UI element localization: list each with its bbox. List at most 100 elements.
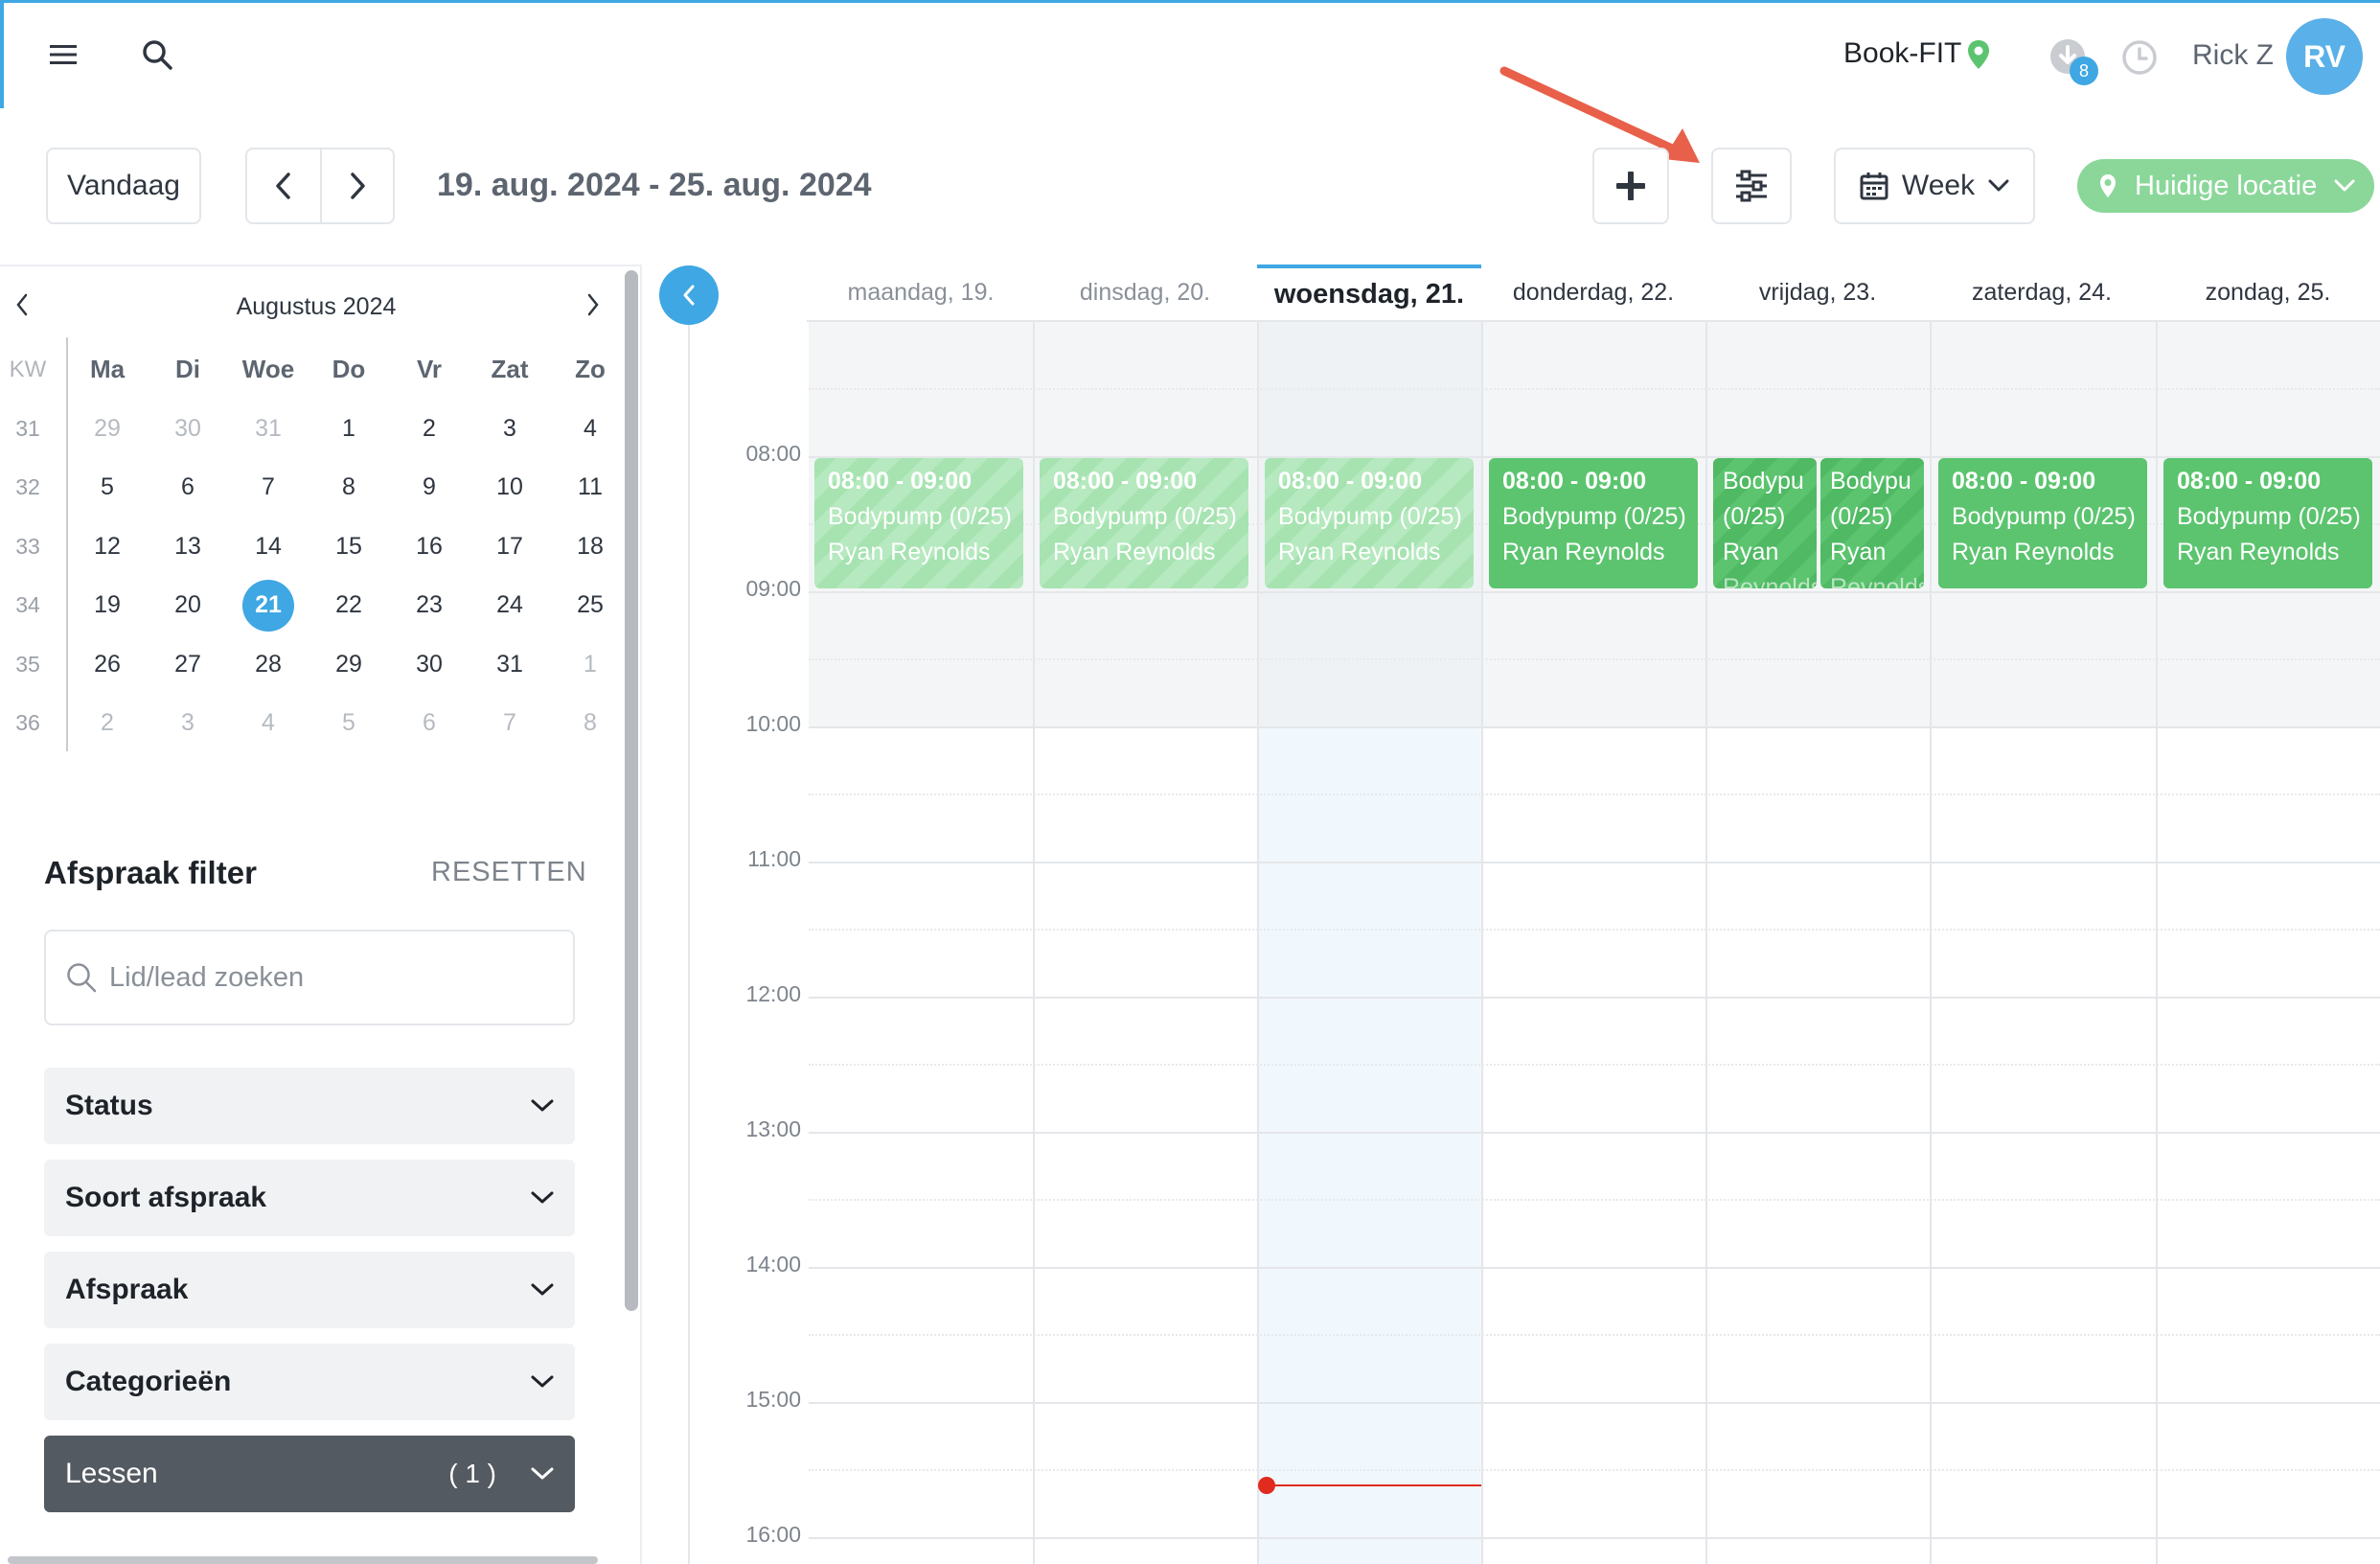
class-event[interactable]: Bodypu (0/25) Ryan Reynolds — [1713, 458, 1817, 588]
next-month-button[interactable] — [584, 291, 602, 323]
mini-calendar-day[interactable]: 16 — [389, 520, 469, 572]
mini-calendar-day[interactable]: 17 — [469, 520, 550, 572]
mini-calendar-day[interactable]: 31 — [469, 638, 550, 690]
collapse-sidebar-button[interactable] — [659, 265, 719, 325]
mini-calendar-day[interactable]: 30 — [389, 638, 469, 690]
mini-calendar-day[interactable]: 1 — [309, 402, 389, 454]
day-header[interactable]: vrijdag, 23. — [1705, 264, 1930, 320]
week-nav-group — [245, 148, 395, 224]
mini-calendar-day[interactable]: 13 — [148, 520, 228, 572]
filter-section-5[interactable]: Lessen ( 1 ) — [44, 1436, 575, 1512]
mini-calendar-day[interactable]: 8 — [309, 462, 389, 514]
mini-calendar-day[interactable]: 1 — [550, 638, 630, 690]
class-event[interactable]: 08:00 - 09:00 Bodypump (0/25) Ryan Reynold… — [1040, 458, 1248, 588]
mini-calendar-day[interactable]: 12 — [67, 520, 148, 572]
mini-calendar-day[interactable]: 19 — [67, 580, 148, 632]
mini-calendar-day-label: 7 — [503, 709, 516, 736]
mini-calendar-day[interactable]: 21 — [228, 579, 309, 632]
mini-calendar-day[interactable]: 5 — [309, 698, 389, 749]
mini-calendar-day[interactable]: 30 — [148, 402, 228, 454]
class-event[interactable]: 08:00 - 09:00 Bodypump (0/25) Ryan Reynold… — [1265, 458, 1474, 588]
mini-calendar-day[interactable]: 31 — [228, 402, 309, 454]
top-accent-bar — [0, 3, 4, 108]
clock-icon[interactable] — [2121, 39, 2158, 80]
event-trainer: Ryan Reynolds — [2177, 539, 2340, 565]
class-event[interactable]: 08:00 - 09:00 Bodypump (0/25) Ryan Reynold… — [2163, 458, 2372, 588]
filter-section-4[interactable]: Categorieën — [44, 1344, 575, 1420]
mini-calendar-day[interactable]: 14 — [228, 520, 309, 572]
calendar-settings-button[interactable] — [1711, 148, 1792, 224]
member-search-input[interactable] — [109, 961, 550, 994]
mini-calendar-day-label: 17 — [496, 532, 523, 560]
class-event[interactable]: Bodypu (0/25) Ryan Reynolds — [1820, 458, 1924, 588]
mini-calendar-day[interactable]: 27 — [148, 638, 228, 690]
mini-calendar-day-label: 3 — [503, 414, 516, 442]
mini-calendar-day[interactable]: 4 — [228, 698, 309, 749]
half-hour-line — [809, 1064, 2380, 1066]
mini-calendar-day[interactable]: 3 — [469, 402, 550, 454]
mini-calendar-day[interactable]: 11 — [550, 462, 630, 514]
class-event[interactable]: 08:00 - 09:00 Bodypump (0/25) Ryan Reynold… — [1938, 458, 2147, 588]
mini-calendar-day[interactable]: 10 — [469, 462, 550, 514]
day-header[interactable]: zaterdag, 24. — [1930, 264, 2154, 320]
class-event[interactable]: 08:00 - 09:00 Bodypump (0/25) Ryan Reynold… — [1489, 458, 1698, 588]
mini-calendar-day[interactable]: 29 — [309, 638, 389, 690]
filter-section-1[interactable]: Status — [44, 1068, 575, 1144]
filter-section-label: Status — [65, 1090, 153, 1121]
mini-calendar-day[interactable]: 20 — [148, 580, 228, 632]
add-appointment-button[interactable] — [1592, 148, 1669, 224]
class-event[interactable]: 08:00 - 09:00 Bodypump (0/25) Ryan Reynold… — [814, 458, 1023, 588]
day-header[interactable]: woensdag, 21. — [1257, 264, 1481, 320]
mini-calendar-day[interactable]: 8 — [550, 698, 630, 749]
mini-calendar-day[interactable]: 9 — [389, 462, 469, 514]
mini-calendar-day[interactable]: 15 — [309, 520, 389, 572]
filter-section-3[interactable]: Afspraak — [44, 1252, 575, 1328]
location-select[interactable]: Huidige locatie — [2077, 159, 2374, 213]
weekday-header: Di — [175, 355, 200, 383]
mini-calendar-day-label: 29 — [94, 414, 121, 442]
mini-calendar-day[interactable]: 7 — [469, 698, 550, 749]
event-time: 08:00 - 09:00 — [1053, 468, 1198, 494]
mini-calendar-day[interactable]: 6 — [148, 462, 228, 514]
reset-filter-button[interactable]: RESETTEN — [431, 857, 587, 888]
user-name[interactable]: Rick Z — [2192, 39, 2274, 72]
mini-calendar-day[interactable]: 4 — [550, 402, 630, 454]
mini-calendar-day[interactable]: 28 — [228, 638, 309, 690]
avatar[interactable]: RV — [2286, 18, 2363, 95]
mini-calendar-day[interactable]: 22 — [309, 580, 389, 632]
mini-calendar-day[interactable]: 3 — [148, 698, 228, 749]
today-button[interactable]: Vandaag — [46, 148, 201, 224]
mini-calendar-day-label: 21 — [242, 579, 294, 632]
mini-calendar-day[interactable]: 6 — [389, 698, 469, 749]
sidebar-horizontal-scrollbar[interactable] — [8, 1556, 598, 1564]
mini-calendar-day[interactable]: 2 — [389, 402, 469, 454]
mini-calendar-day[interactable]: 23 — [389, 580, 469, 632]
search-icon[interactable] — [138, 35, 176, 74]
mini-calendar-day-label: 1 — [584, 650, 597, 678]
filter-section-2[interactable]: Soort afspraak — [44, 1160, 575, 1236]
mini-calendar-day[interactable]: 25 — [550, 580, 630, 632]
day-header[interactable]: dinsdag, 20. — [1033, 264, 1257, 320]
day-header[interactable]: maandag, 19. — [809, 264, 1033, 320]
event-time: 08:00 - 09:00 — [2177, 468, 2322, 494]
mini-calendar-day[interactable]: 18 — [550, 520, 630, 572]
chevron-left-icon — [276, 172, 290, 199]
hamburger-menu-icon[interactable] — [44, 37, 82, 72]
next-week-button[interactable] — [319, 150, 393, 222]
mini-calendar-day[interactable]: 24 — [469, 580, 550, 632]
previous-week-button[interactable] — [247, 150, 320, 222]
search-icon — [67, 963, 97, 993]
brand-name[interactable]: Book-FIT — [1843, 37, 1961, 70]
mini-calendar-day-label: 26 — [94, 650, 121, 678]
mini-calendar-day[interactable]: 26 — [67, 638, 148, 690]
day-header[interactable]: donderdag, 22. — [1481, 264, 1705, 320]
view-select[interactable]: Week — [1834, 148, 2035, 224]
mini-calendar-day[interactable]: 7 — [228, 462, 309, 514]
mini-calendar-day-label: 18 — [577, 532, 604, 560]
mini-calendar-day[interactable]: 2 — [67, 698, 148, 749]
day-header[interactable]: zondag, 25. — [2156, 264, 2380, 320]
mini-calendar-day[interactable]: 29 — [67, 402, 148, 454]
mini-calendar-day[interactable]: 5 — [67, 462, 148, 514]
mini-calendar-day-label: 10 — [496, 473, 523, 500]
download-notification[interactable]: 8 — [2048, 37, 2098, 85]
